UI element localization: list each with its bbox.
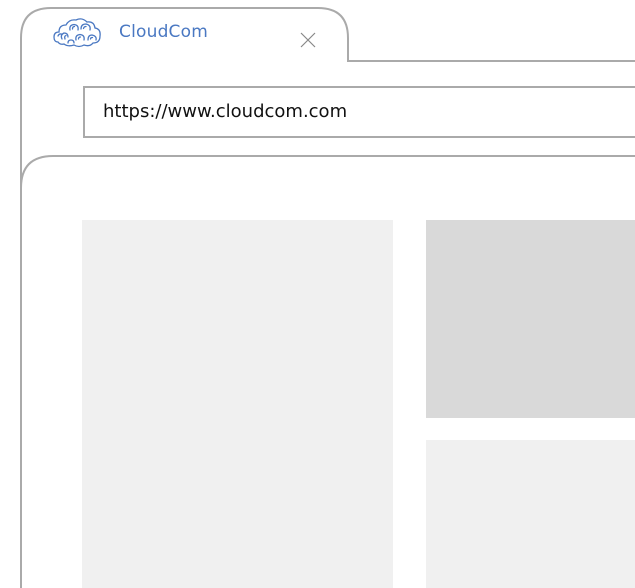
close-icon[interactable] (300, 32, 316, 48)
tab-title: CloudCom (119, 22, 208, 42)
content-placeholder-right-top (426, 220, 635, 418)
content-placeholder-left (82, 220, 393, 588)
cloud-logo-icon (53, 18, 101, 48)
content-placeholder-right-bottom (426, 440, 635, 588)
address-bar[interactable]: https://www.cloudcom.com (83, 86, 635, 138)
address-bar-url[interactable]: https://www.cloudcom.com (103, 103, 347, 121)
